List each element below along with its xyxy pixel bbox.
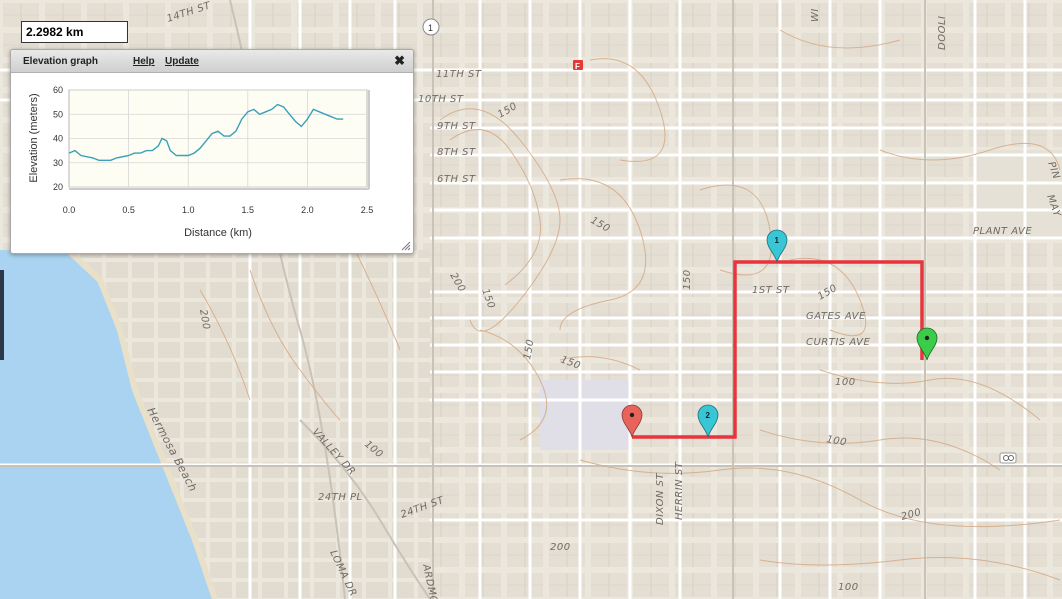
contour-label: 150 <box>682 269 693 290</box>
y-tick-label: 40 <box>53 134 63 144</box>
label-gates-ave: GATES AVE <box>806 311 866 322</box>
contour-label: 100 <box>838 582 859 593</box>
y-axis-label: Elevation (meters) <box>28 93 40 182</box>
x-tick-label: 0.5 <box>122 205 135 215</box>
label-1st-st: 1ST ST <box>752 285 790 296</box>
parking-poi[interactable] <box>999 452 1017 464</box>
y-tick-label: 50 <box>53 109 63 119</box>
svg-text:1: 1 <box>775 236 780 245</box>
label-curtis-ave: CURTIS AVE <box>806 337 871 348</box>
y-tick-label: 20 <box>53 182 63 192</box>
x-tick-label: 2.0 <box>301 205 314 215</box>
panel-header[interactable]: Elevation graph Help Update ✖ <box>11 50 413 73</box>
label-24th-pl: 24TH PL <box>318 492 363 503</box>
fire-station-poi[interactable]: F <box>573 60 583 71</box>
y-tick-labels: 20 30 40 50 60 <box>53 85 63 192</box>
panel-title: Elevation graph <box>23 56 99 67</box>
route-shield: 1 <box>422 18 440 36</box>
label-6th-st: 6TH ST <box>437 174 476 185</box>
x-tick-label: 2.5 <box>361 205 374 215</box>
help-link[interactable]: Help <box>133 56 155 67</box>
map-edge-control <box>0 270 4 360</box>
x-axis-label: Distance (km) <box>184 227 252 239</box>
svg-text:1: 1 <box>428 23 433 33</box>
y-tick-label: 30 <box>53 158 63 168</box>
school-area <box>540 380 630 450</box>
label-dooli: DOOLI <box>937 16 948 50</box>
elevation-chart: 20 30 40 50 60 0.0 0.5 1.0 1.5 2.0 2.5 Distance (… <box>28 85 374 239</box>
svg-text:2: 2 <box>706 411 711 420</box>
contour-label: 100 <box>835 377 856 388</box>
close-icon[interactable]: ✖ <box>394 53 405 69</box>
label-plant-ave: PLANT AVE <box>973 226 1032 237</box>
elevation-graph-panel[interactable]: Elevation graph Help Update ✖ 20 30 40 50 60… <box>10 49 414 254</box>
label-10th-st: 10TH ST <box>418 94 464 105</box>
x-tick-label: 1.0 <box>182 205 195 215</box>
label-herrin-st: HERRIN ST <box>674 461 685 520</box>
label-8th-st: 8TH ST <box>437 147 476 158</box>
x-tick-label: 1.5 <box>242 205 255 215</box>
svg-text:F: F <box>575 62 580 71</box>
label-dixon-st: DIXON ST <box>655 472 666 525</box>
contour-label: 200 <box>550 542 571 553</box>
distance-readout: 2.2982 km <box>21 21 128 43</box>
y-tick-label: 60 <box>53 85 63 95</box>
label-wi: WI <box>810 8 821 22</box>
x-tick-labels: 0.0 0.5 1.0 1.5 2.0 2.5 <box>63 205 374 215</box>
x-tick-label: 0.0 <box>63 205 76 215</box>
label-11th-st: 11TH ST <box>436 69 482 80</box>
update-link[interactable]: Update <box>165 56 199 67</box>
resize-handle-icon[interactable] <box>401 241 411 251</box>
label-9th-st: 9TH ST <box>437 121 476 132</box>
